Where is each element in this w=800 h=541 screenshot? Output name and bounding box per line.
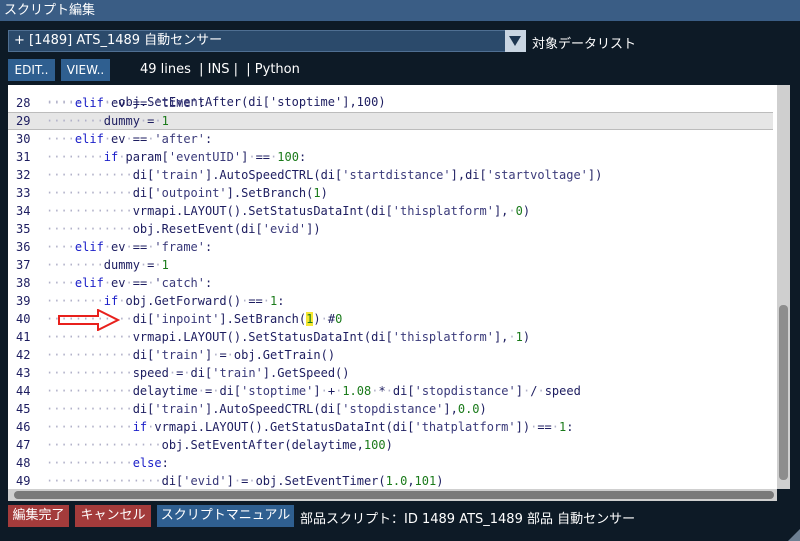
code-text: ············else: — [46, 456, 169, 470]
line-number: 48 — [16, 456, 31, 470]
line-number: 46 — [16, 420, 31, 434]
line-number: 45 — [16, 402, 31, 416]
line-number: 44 — [16, 384, 31, 398]
code-line[interactable]: 43 ············speed·=·di['train'].GetSpe… — [8, 364, 773, 382]
code-text: ············speed·=·di['train'].GetSpeed… — [46, 366, 350, 380]
code-line[interactable]: 33 ············di['outpoint'].SetBranch(1… — [8, 184, 773, 202]
line-number: 31 — [16, 150, 31, 164]
code-line[interactable]: 28 ····elif·ev·==·'time': — [8, 94, 773, 112]
code-text: ················di['evid']·=·obj.SetEven… — [46, 474, 444, 488]
code-text: ········if·obj.GetForward()·==·1: — [46, 294, 285, 308]
code-line[interactable]: 49 ················di['evid']·=·obj.SetEv… — [8, 472, 773, 489]
editor-status: 49 lines | INS | | Python — [140, 62, 300, 77]
code-text: ····elif·ev·==·'catch': — [46, 276, 213, 290]
line-number: 37 — [16, 258, 31, 272]
horizontal-scroll-thumb[interactable] — [14, 491, 774, 499]
vertical-scroll-thumb[interactable] — [779, 305, 788, 480]
code-line-partial: ··········obj.SetEventAfter(di['stoptime… — [46, 95, 386, 109]
code-text: ············vrmapi.LAYOUT().SetStatusDat… — [46, 204, 531, 218]
line-number: 35 — [16, 222, 31, 236]
code-line[interactable]: 47 ················obj.SetEventAfter(dela… — [8, 436, 773, 454]
line-number: 42 — [16, 348, 31, 362]
object-select[interactable]: + [1489] ATS_1489 自動センサー — [8, 30, 526, 52]
line-number: 29 — [16, 114, 31, 128]
code-editor[interactable]: ··········obj.SetEventAfter(di['stoptime… — [8, 85, 790, 489]
red-arrow-icon — [58, 309, 120, 331]
object-list-label: 対象データリスト — [532, 37, 637, 52]
code-text: ············delaytime·=·di['stoptime']·+… — [46, 384, 581, 398]
code-line[interactable]: 39 ········if·obj.GetForward()·==·1: — [8, 292, 773, 310]
line-number: 38 — [16, 276, 31, 290]
code-text: ············di['train']·=·obj.GetTrain() — [46, 348, 336, 362]
code-text: ············di['train'].AutoSpeedCTRL(di… — [46, 168, 603, 182]
code-text: ····elif·ev·==·'frame': — [46, 240, 213, 254]
line-number: 34 — [16, 204, 31, 218]
line-number: 43 — [16, 366, 31, 380]
code-line[interactable]: 32 ············di['train'].AutoSpeedCTRL(… — [8, 166, 773, 184]
code-line[interactable]: 29 ········dummy·=·1 — [8, 112, 773, 130]
code-text: ············if·vrmapi.LAYOUT().GetStatus… — [46, 420, 574, 434]
part-script-info: 部品スクリプト：ID 1489 ATS_1489 部品 自動センサー — [300, 512, 636, 527]
finish-edit-button[interactable]: 編集完了 — [8, 505, 69, 527]
line-number: 41 — [16, 330, 31, 344]
code-line[interactable]: 45 ············di['train'].AutoSpeedCTRL(… — [8, 400, 773, 418]
line-number: 47 — [16, 438, 31, 452]
code-text: ············obj.ResetEvent(di['evid']) — [46, 222, 321, 236]
code-line[interactable]: 44 ············delaytime·=·di['stoptime']… — [8, 382, 773, 400]
code-line[interactable]: 38 ····elif·ev·==·'catch': — [8, 274, 773, 292]
code-line[interactable]: 34 ············vrmapi.LAYOUT().SetStatusD… — [8, 202, 773, 220]
line-number: 33 — [16, 186, 31, 200]
code-text: ····elif·ev·==·'after': — [46, 132, 213, 146]
code-text: ········dummy·=·1 — [46, 114, 169, 128]
code-text: ············di['outpoint'].SetBranch(1) — [46, 186, 328, 200]
code-text: ················obj.SetEventAfter(delayt… — [46, 438, 393, 452]
code-line[interactable]: 42 ············di['train']·=·obj.GetTrain… — [8, 346, 773, 364]
line-number: 39 — [16, 294, 31, 308]
code-text: ········dummy·=·1 — [46, 258, 169, 272]
code-text: ············di['train'].AutoSpeedCTRL(di… — [46, 402, 487, 416]
code-line[interactable]: 48 ············else: — [8, 454, 773, 472]
script-manual-button[interactable]: スクリプトマニュアル — [157, 505, 294, 527]
window-title: スクリプト編集 — [0, 0, 800, 21]
edit-menu-button[interactable]: EDIT.. — [8, 59, 55, 81]
line-number: 40 — [16, 312, 31, 326]
code-line[interactable]: 37 ········dummy·=·1 — [8, 256, 773, 274]
view-menu-button[interactable]: VIEW.. — [61, 59, 110, 81]
line-number: 49 — [16, 474, 31, 488]
line-number: 30 — [16, 132, 31, 146]
cancel-button[interactable]: キャンセル — [75, 505, 151, 527]
code-line[interactable]: 31 ········if·param['eventUID']·==·100: — [8, 148, 773, 166]
code-line[interactable]: 46 ············if·vrmapi.LAYOUT().GetStat… — [8, 418, 773, 436]
line-number: 32 — [16, 168, 31, 182]
resize-handle[interactable] — [788, 529, 800, 541]
code-text: ········if·param['eventUID']·==·100: — [46, 150, 307, 164]
code-line[interactable]: 36 ····elif·ev·==·'frame': — [8, 238, 773, 256]
code-text: ····elif·ev·==·'time': — [46, 96, 206, 110]
code-line[interactable]: 40 ············di['inpoint'].SetBranch(1)… — [8, 310, 773, 328]
code-line[interactable]: 41 ············vrmapi.LAYOUT().SetStatusD… — [8, 328, 773, 346]
code-line[interactable]: 35 ············obj.ResetEvent(di['evid']) — [8, 220, 773, 238]
chevron-down-icon[interactable] — [505, 30, 526, 52]
code-line[interactable]: 30 ····elif·ev·==·'after': — [8, 130, 773, 148]
line-number: 28 — [16, 96, 31, 110]
line-number: 36 — [16, 240, 31, 254]
